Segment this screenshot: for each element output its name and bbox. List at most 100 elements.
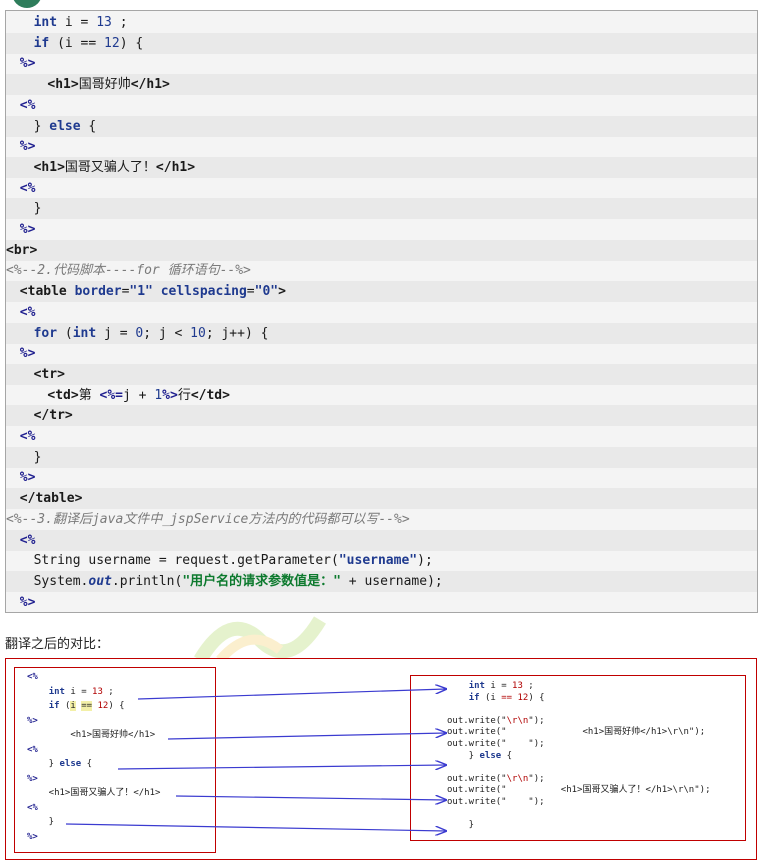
code-line: </table> <box>6 488 757 510</box>
mapping-arrow <box>167 733 446 740</box>
code-line: <%--2.代码脚本----for 循环语句--%> <box>6 260 251 281</box>
mapping-arrow <box>117 765 446 769</box>
code-token: > <box>70 387 79 403</box>
code-token: <%= <box>99 387 124 403</box>
code-token: j = <box>96 325 136 341</box>
code-line: <% <box>6 178 36 199</box>
code-token: > <box>70 77 79 93</box>
code-token: 13 <box>96 15 112 30</box>
code-token: border <box>74 284 122 300</box>
code-token: <% <box>19 429 36 444</box>
code-line: <br> <box>6 239 757 261</box>
code-line: <h1>国哥好帅</h1> <box>6 74 757 96</box>
comparison-diagram: <% int i = 13 ; if (i == 12) {%> <h1>国哥好… <box>5 658 757 860</box>
code-token: <% <box>19 304 36 320</box>
code-block: int i = 13 ; if (i == 12) { %> <h1>国哥好帅</h1… <box>5 10 758 613</box>
code-line: %> <box>6 136 36 157</box>
code-line: </tr> <box>6 405 757 427</box>
code-token: 1 <box>154 387 163 403</box>
code-token: 10 <box>190 325 206 341</box>
code-token: %> <box>19 56 36 72</box>
code-token: > <box>187 159 196 175</box>
code-token: 第 <box>78 387 100 403</box>
code-token: out <box>88 573 112 589</box>
code-token: { <box>80 118 97 134</box>
code-token: < <box>19 284 28 300</box>
mapping-arrows <box>65 659 756 859</box>
code-line: %> <box>6 219 36 240</box>
code-line: <tr> <box>6 363 757 385</box>
code-token: h1 <box>171 159 188 175</box>
code-token: int <box>72 325 97 341</box>
code-token: td <box>206 387 223 403</box>
code-token: h1 <box>146 77 163 93</box>
code-token: <%--3.翻译后java文件中_jspService方法内的代码都可以写--%… <box>6 511 410 527</box>
code-line: String username = request.getParameter("… <box>6 550 433 571</box>
code-line: for (int j = 0; j < 10; j++) { <box>6 322 757 344</box>
code-token: > <box>278 284 286 300</box>
code-token: ; <box>111 15 128 30</box>
code-token: <% <box>19 180 36 196</box>
code-line: } else { <box>6 115 757 137</box>
code-token: > <box>29 242 38 258</box>
code-token: > <box>162 77 170 93</box>
code-token: ); <box>417 553 433 569</box>
code-token: } <box>33 449 42 465</box>
code-token: > <box>74 491 83 507</box>
code-token: if <box>33 35 50 51</box>
code-token: .println( <box>111 573 183 589</box>
code-token: 0 <box>135 325 144 341</box>
code-token: ) { <box>119 35 144 51</box>
code-token: else <box>49 118 81 134</box>
code-line: <%--3.翻译后java文件中_jspService方法内的代码都可以写--%… <box>6 509 410 530</box>
code-token: table <box>35 491 75 507</box>
code-line: <table border="1" cellspacing="0"> <box>6 281 757 303</box>
code-token: </ <box>33 408 50 424</box>
code-token: i = <box>57 15 97 30</box>
code-token: ; j < <box>143 325 191 341</box>
code-line: if (i == 12) { <box>6 32 757 54</box>
code-token: > <box>57 159 65 175</box>
code-token: %> <box>19 470 36 486</box>
code-token: <% <box>19 97 36 113</box>
code-token: </ <box>155 159 172 175</box>
code-token: ( <box>57 325 73 341</box>
code-token: <% <box>19 532 36 548</box>
code-line: <% <box>6 529 757 551</box>
code-token: 12 <box>104 35 120 51</box>
code-token: td <box>55 387 71 403</box>
code-token: %> <box>162 387 178 403</box>
code-line: } <box>6 446 757 468</box>
code-token: h1 <box>41 159 58 175</box>
code-token: "username" <box>338 553 418 569</box>
code-token: + username); <box>340 573 443 589</box>
code-line: <% <box>6 426 36 447</box>
code-token: <%--2.代码脚本----for 循环语句--%> <box>6 263 251 279</box>
code-line: %> <box>6 343 36 364</box>
code-token: 国哥又骗人了！ <box>64 159 156 175</box>
code-token: > <box>64 408 73 424</box>
code-token: int <box>33 15 58 30</box>
code-token: "1" <box>129 284 153 300</box>
code-token: } <box>33 118 50 134</box>
mapping-arrow <box>137 689 446 700</box>
code-token: 行 <box>177 387 191 403</box>
code-token: "用户名的请求参数值是：" <box>182 573 341 589</box>
code-token: System. <box>33 573 89 589</box>
code-token: < <box>6 242 14 258</box>
code-token: > <box>222 387 230 403</box>
code-token: (i == <box>49 35 105 51</box>
code-token: %> <box>19 346 36 362</box>
code-token: tr <box>41 366 58 382</box>
code-token: = <box>246 284 255 300</box>
code-token: cellspacing <box>160 284 247 300</box>
code-token: > <box>57 366 65 382</box>
code-line: <% <box>6 302 36 323</box>
code-token: %> <box>19 222 36 237</box>
code-line: %> <box>6 53 36 74</box>
avatar <box>12 0 42 8</box>
code-line: <h1>国哥又骗人了！</h1> <box>6 156 757 178</box>
code-token: ; j++) { <box>205 325 269 341</box>
